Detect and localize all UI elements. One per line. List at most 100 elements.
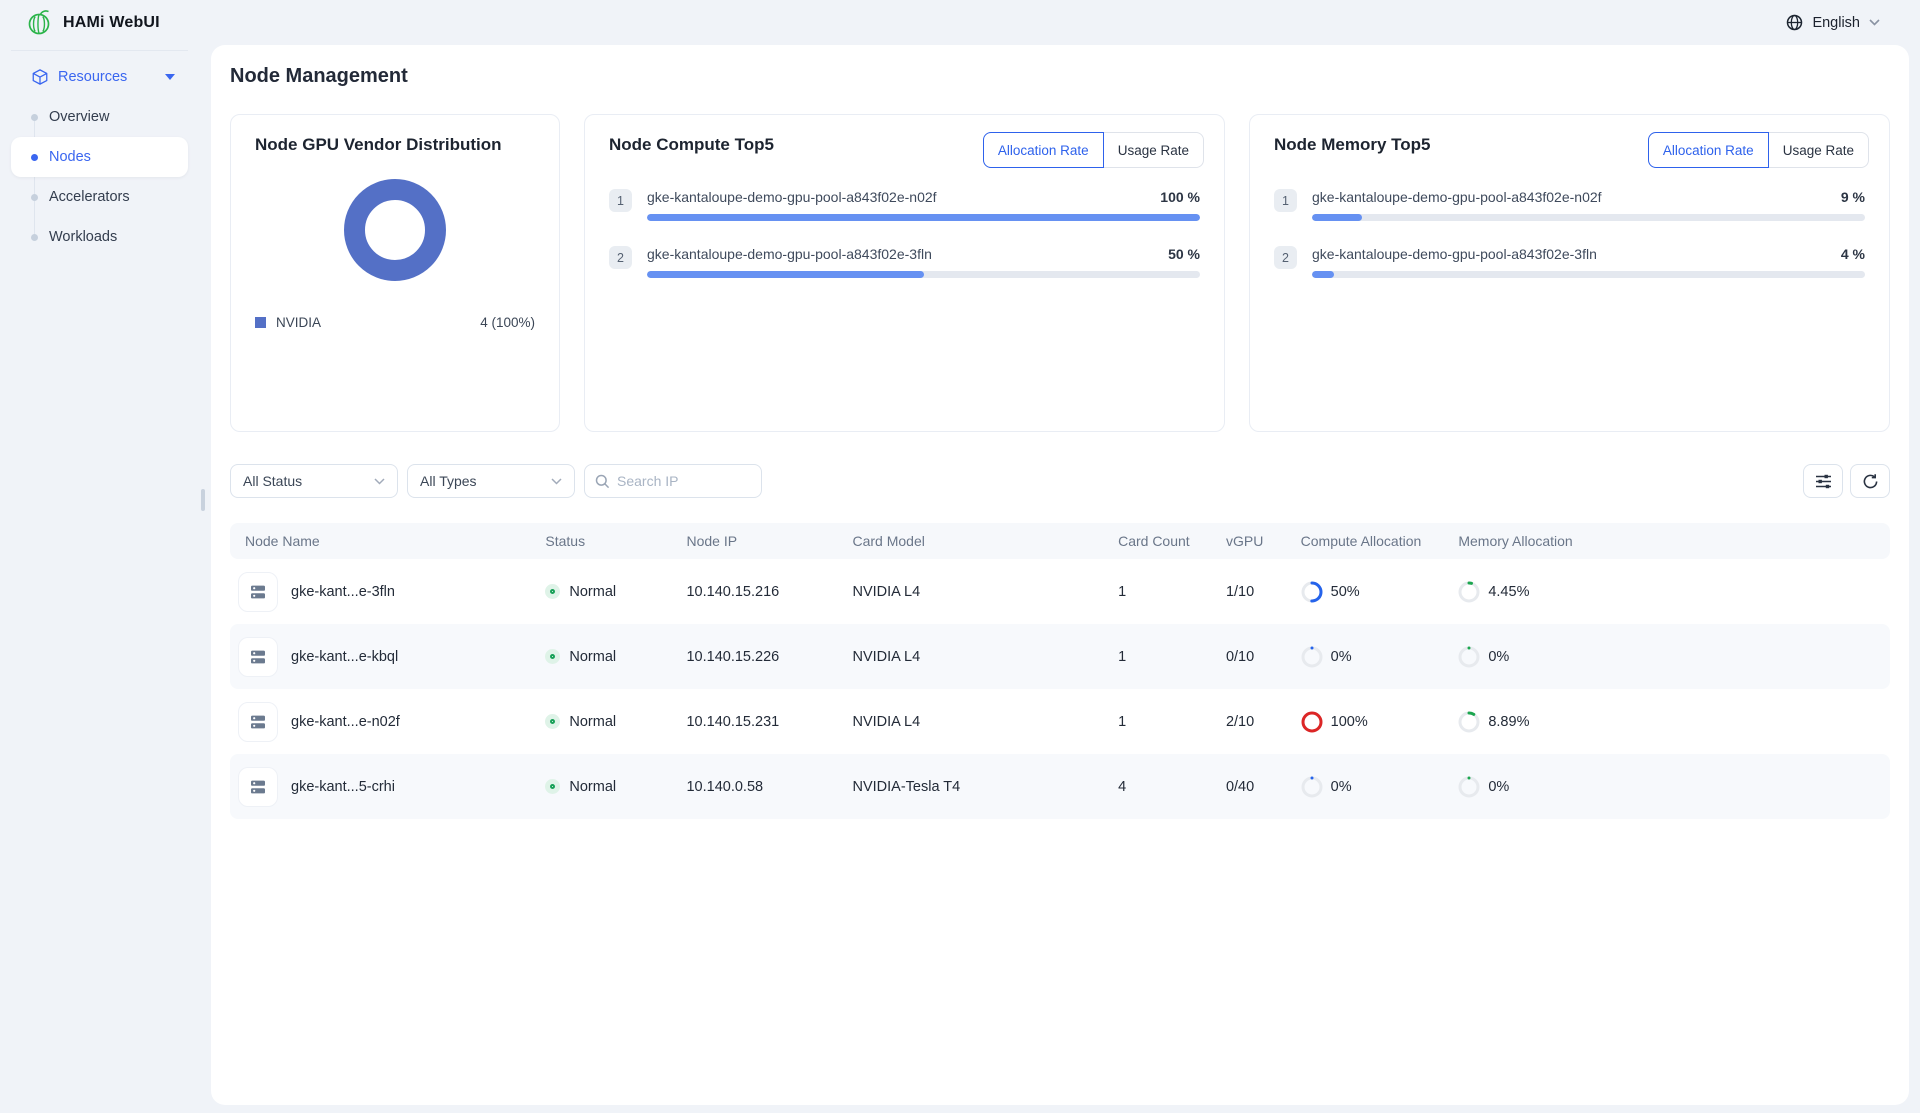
refresh-button[interactable] xyxy=(1850,464,1890,498)
compute-allocation-value: 50% xyxy=(1331,584,1360,600)
hami-melon-logo-icon xyxy=(26,9,53,36)
allocation-rate-tab[interactable]: Allocation Rate xyxy=(983,132,1104,168)
status-label: Normal xyxy=(569,779,616,795)
progress-track xyxy=(1312,271,1865,278)
col-node-name: Node Name xyxy=(230,533,545,549)
usage-rate-tab[interactable]: Usage Rate xyxy=(1769,133,1868,167)
rate-value: 9 % xyxy=(1841,189,1865,205)
ip-search-box xyxy=(584,464,762,498)
col-card-count: Card Count xyxy=(1118,533,1226,549)
table-row[interactable]: gke-kant...e-kbql Normal 10.140.15.226 N… xyxy=(230,624,1890,689)
table-row[interactable]: gke-kant...e-3fln Normal 10.140.15.216 N… xyxy=(230,559,1890,624)
table-row[interactable]: gke-kant...e-n02f Normal 10.140.15.231 N… xyxy=(230,689,1890,754)
gpu-vendor-distribution-card: Node GPU Vendor Distribution NVIDIA 4 (1… xyxy=(230,114,560,432)
rate-value: 50 % xyxy=(1168,246,1200,262)
refresh-icon xyxy=(1862,473,1879,490)
sidebar-item-accelerators[interactable]: Accelerators xyxy=(11,177,188,217)
type-filter-value: All Types xyxy=(420,473,477,489)
progress-fill xyxy=(1312,271,1334,278)
node-ip: 10.140.0.58 xyxy=(686,779,852,795)
column-settings-button[interactable] xyxy=(1803,464,1843,498)
sidebar-item-nodes[interactable]: Nodes xyxy=(11,137,188,177)
legend-value: 4 (100%) xyxy=(480,315,535,330)
node-ip: 10.140.15.231 xyxy=(686,714,852,730)
nodes-table: Node Name Status Node IP Card Model Card… xyxy=(230,523,1890,819)
chevron-down-icon xyxy=(1869,19,1880,26)
status-filter-value: All Status xyxy=(243,473,302,489)
card-count: 1 xyxy=(1118,714,1226,730)
vendor-legend-item[interactable]: NVIDIA 4 (100%) xyxy=(255,315,535,330)
status-label: Normal xyxy=(569,584,616,600)
type-filter-select[interactable]: All Types xyxy=(407,464,575,498)
vendor-donut-chart xyxy=(344,179,446,281)
node-name: gke-kantaloupe-demo-gpu-pool-a843f02e-n0… xyxy=(647,189,937,205)
caret-down-icon xyxy=(165,74,175,80)
sidebar-divider xyxy=(11,50,188,51)
memory-allocation-ring-icon xyxy=(1458,776,1480,798)
sidebar-item-label: Accelerators xyxy=(49,189,130,205)
status-normal-icon xyxy=(545,584,560,599)
tree-dot-icon xyxy=(31,234,38,241)
sidebar-item-workloads[interactable]: Workloads xyxy=(11,217,188,257)
memory-allocation-value: 8.89% xyxy=(1488,714,1529,730)
node-name: gke-kant...e-kbql xyxy=(291,649,398,665)
top5-row: 1 gke-kantaloupe-demo-gpu-pool-a843f02e-… xyxy=(1274,189,1865,221)
table-row[interactable]: gke-kant...5-crhi Normal 10.140.0.58 NVI… xyxy=(230,754,1890,819)
node-name: gke-kantaloupe-demo-gpu-pool-a843f02e-3f… xyxy=(647,246,932,262)
col-vgpu: vGPU xyxy=(1226,533,1301,549)
card-model: NVIDIA L4 xyxy=(852,649,1118,665)
search-icon xyxy=(595,474,610,489)
progress-track xyxy=(647,271,1200,278)
status-label: Normal xyxy=(569,714,616,730)
card-model: NVIDIA L4 xyxy=(852,714,1118,730)
card-count: 1 xyxy=(1118,584,1226,600)
sidebar-item-label: Workloads xyxy=(49,229,117,245)
status-filter-select[interactable]: All Status xyxy=(230,464,398,498)
node-icon-box xyxy=(238,637,278,677)
rate-value: 100 % xyxy=(1160,189,1200,205)
server-icon xyxy=(248,647,268,667)
language-label: English xyxy=(1812,15,1860,31)
tree-dot-icon xyxy=(31,114,38,121)
compute-allocation-ring-icon xyxy=(1301,581,1323,603)
language-selector[interactable]: English xyxy=(1786,0,1880,45)
top5-row: 2 gke-kantaloupe-demo-gpu-pool-a843f02e-… xyxy=(1274,246,1865,278)
usage-rate-tab[interactable]: Usage Rate xyxy=(1104,133,1203,167)
server-icon xyxy=(248,712,268,732)
app-title: HAMi WebUI xyxy=(63,14,160,32)
progress-fill xyxy=(647,214,1200,221)
memory-allocation-ring-icon xyxy=(1458,646,1480,668)
progress-fill xyxy=(1312,214,1362,221)
legend-swatch-icon xyxy=(255,317,266,328)
node-icon-box xyxy=(238,572,278,612)
node-name: gke-kant...e-3fln xyxy=(291,584,395,600)
node-icon-box xyxy=(238,767,278,807)
page: HAMi WebUI English Resources xyxy=(0,0,1920,1113)
card-model: NVIDIA-Tesla T4 xyxy=(852,779,1118,795)
col-memory-allocation: Memory Allocation xyxy=(1458,533,1890,549)
rank-badge: 1 xyxy=(1274,189,1297,212)
sidebar-tree: Overview Nodes Accelerators Workloads xyxy=(0,97,199,257)
tree-dot-icon xyxy=(31,154,38,161)
compute-allocation-ring-icon xyxy=(1301,646,1323,668)
allocation-rate-tab[interactable]: Allocation Rate xyxy=(1648,132,1769,168)
summary-cards: Node GPU Vendor Distribution NVIDIA 4 (1… xyxy=(230,114,1890,432)
scrollbar-thumb[interactable] xyxy=(201,489,205,511)
memory-allocation-ring-icon xyxy=(1458,711,1480,733)
status-label: Normal xyxy=(569,649,616,665)
col-node-ip: Node IP xyxy=(686,533,852,549)
sidebar-item-overview[interactable]: Overview xyxy=(11,97,188,137)
progress-fill xyxy=(647,271,924,278)
node-name: gke-kant...e-n02f xyxy=(291,714,400,730)
node-icon-box xyxy=(238,702,278,742)
ip-search-input[interactable] xyxy=(617,473,737,489)
sidebar-section-resources[interactable]: Resources xyxy=(11,59,188,95)
top5-row: 1 gke-kantaloupe-demo-gpu-pool-a843f02e-… xyxy=(609,189,1200,221)
sidebar-item-label: Overview xyxy=(49,109,109,125)
legend-label: NVIDIA xyxy=(276,315,321,330)
compute-allocation-ring-icon xyxy=(1301,711,1323,733)
vgpu-value: 1/10 xyxy=(1226,584,1301,600)
cube-icon xyxy=(31,68,49,86)
column-settings-icon xyxy=(1815,474,1832,489)
compute-allocation-ring-icon xyxy=(1301,776,1323,798)
